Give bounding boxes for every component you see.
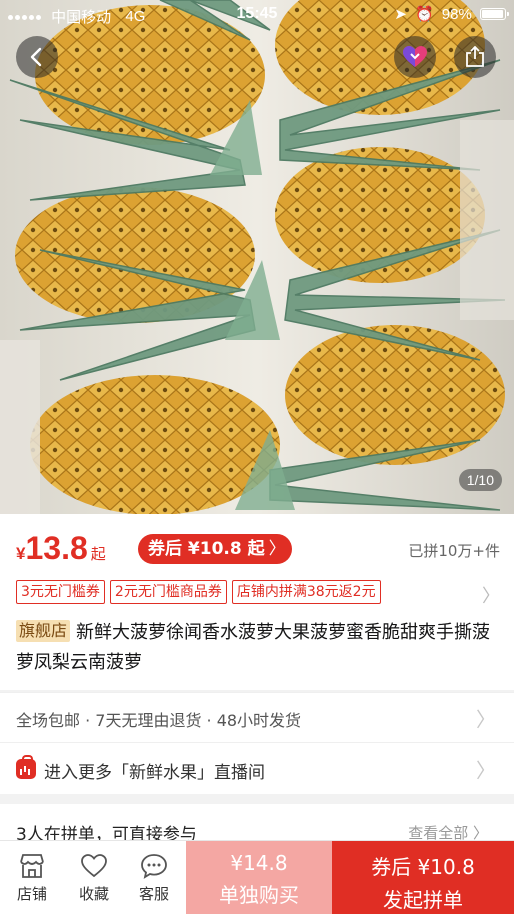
- product-info: ¥13.8 起 券后 ¥10.8 起〉 已拼10万+件 3元无门槛券 2元无门槛商品…: [0, 514, 514, 690]
- coupon-price-label: 券后 ¥10.8 起: [148, 539, 265, 559]
- coupon-tags[interactable]: 3元无门槛券 2元无门槛商品券 店铺内拼满38元返2元 〉: [16, 580, 500, 608]
- bottom-action-bar: 店铺 收藏 客服 ¥14.8 单独购买 券后 ¥10.8 发起拼单: [0, 840, 514, 914]
- group-price: 券后 ¥10.8: [371, 855, 475, 879]
- alarm-icon: ⏰: [414, 6, 434, 24]
- heart-outline-icon: [81, 854, 107, 878]
- chevron-right-icon: 〉: [476, 707, 496, 731]
- coupon-tag[interactable]: 3元无门槛券: [16, 580, 105, 604]
- product-image-gallery[interactable]: 中国移动 4G 15:45 ➤ ⏰ 98% 1/10: [0, 0, 514, 514]
- product-title: 旗舰店 新鲜大菠萝徐闻香水菠萝大果菠萝蜜香脆甜爽手撕菠萝凤梨云南菠萝: [16, 618, 496, 678]
- image-pager: 1/10: [458, 469, 502, 491]
- live-tv-icon: [16, 755, 36, 779]
- chevron-right-icon: 〉: [268, 539, 286, 559]
- live-room-row[interactable]: 进入更多「新鲜水果」直播间 〉: [0, 742, 514, 794]
- chevron-right-icon: 〉: [476, 758, 496, 782]
- store-icon: [20, 854, 44, 878]
- flagship-store-badge: 旗舰店: [16, 620, 71, 642]
- customer-service-button[interactable]: 客服: [124, 841, 184, 914]
- product-title-text: 新鲜大菠萝徐闻香水菠萝大果菠萝蜜香脆甜爽手撕菠萝凤梨云南菠萝: [16, 622, 491, 673]
- service-promises-text: 全场包邮 · 7天无理由退货 · 48小时发货: [16, 711, 302, 730]
- share-button[interactable]: [454, 36, 496, 78]
- group-label: 发起拼单: [383, 888, 463, 912]
- service-promises-row[interactable]: 全场包邮 · 7天无理由退货 · 48小时发货 〉: [0, 692, 514, 742]
- status-bar: 中国移动 4G 15:45 ➤ ⏰ 98%: [0, 0, 514, 30]
- heart-icon: [403, 46, 427, 67]
- share-icon: [466, 46, 484, 67]
- battery-percent: 98%: [441, 5, 472, 23]
- battery-icon: [480, 8, 509, 21]
- chat-bubble-icon: [141, 854, 167, 879]
- solo-label: 单独购买: [219, 883, 299, 907]
- back-arrow-icon: [30, 47, 42, 67]
- buy-alone-button[interactable]: ¥14.8 单独购买: [186, 841, 332, 914]
- location-icon: ➤: [394, 6, 407, 24]
- collect-button[interactable]: [394, 36, 436, 78]
- coupon-price-button[interactable]: 券后 ¥10.8 起〉: [138, 534, 292, 564]
- shop-label: 店铺: [16, 885, 47, 903]
- group-buy-section: 3人在拼单，可直接参与 查看全部 〉: [0, 804, 514, 845]
- price: ¥13.8 起: [16, 530, 106, 567]
- coupon-tag[interactable]: 2元无门槛商品券: [109, 580, 227, 604]
- coupon-tag[interactable]: 店铺内拼满38元返2元: [231, 580, 381, 604]
- price-suffix: 起: [90, 546, 106, 563]
- customer-service-label: 客服: [138, 885, 169, 903]
- status-right: ➤ ⏰ 98%: [390, 5, 509, 24]
- solo-price: ¥14.8: [230, 851, 288, 875]
- favorite-label: 收藏: [78, 885, 109, 903]
- start-group-buy-button[interactable]: 券后 ¥10.8 发起拼单: [332, 841, 514, 914]
- live-room-text: 进入更多「新鲜水果」直播间: [44, 763, 265, 783]
- shop-button[interactable]: 店铺: [2, 841, 62, 914]
- price-row: ¥13.8 起 券后 ¥10.8 起〉 已拼10万+件: [16, 530, 500, 570]
- price-amount: 13.8: [25, 530, 88, 566]
- chevron-right-icon[interactable]: 〉: [482, 582, 500, 608]
- group-sold-count: 已拼10万+件: [408, 542, 500, 560]
- pineapple-photo: [0, 0, 514, 514]
- favorite-button[interactable]: 收藏: [64, 841, 124, 914]
- back-button[interactable]: [16, 36, 58, 78]
